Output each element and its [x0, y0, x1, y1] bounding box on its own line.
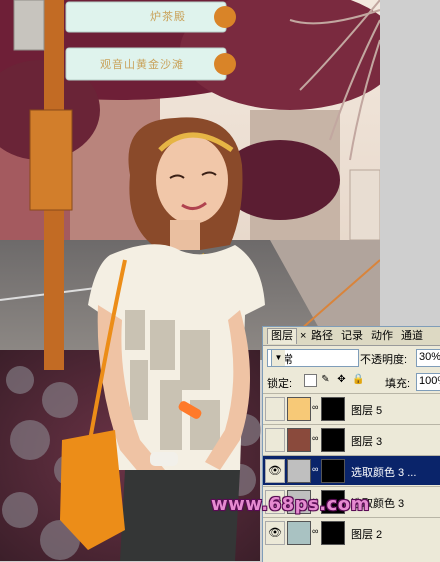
- layer-name[interactable]: 选取颜色 3 ...: [351, 464, 416, 480]
- tab-actions[interactable]: 动作: [368, 329, 396, 344]
- right-edge: [380, 0, 440, 326]
- opacity-value: 30%: [419, 351, 440, 363]
- tab-paths[interactable]: 路径: [308, 329, 336, 344]
- layer-row[interactable]: ∞ 图层 3: [263, 424, 440, 454]
- fill-field[interactable]: 100%: [416, 373, 440, 391]
- link-chain-icon[interactable]: ∞: [312, 464, 318, 474]
- layer-mask-thumbnail[interactable]: [321, 428, 345, 452]
- eye-icon[interactable]: 👁: [265, 459, 285, 483]
- eye-hidden-toggle[interactable]: [265, 397, 285, 421]
- opacity-field[interactable]: 30%: [416, 349, 440, 367]
- layer-name[interactable]: 图层 2: [351, 526, 382, 542]
- fill-value: 100%: [419, 375, 440, 387]
- panel-tabs: 图层 × 路径 记录 动作 通道: [263, 327, 440, 346]
- layer-thumbnail[interactable]: [287, 521, 311, 545]
- transparency-lock-icon[interactable]: [304, 374, 317, 387]
- neck: [170, 220, 200, 250]
- blend-mode-select[interactable]: 正常 ▼: [267, 349, 359, 367]
- layer-mask-thumbnail[interactable]: [321, 521, 345, 545]
- brush-lock-icon[interactable]: ✎: [320, 374, 331, 385]
- link-chain-icon[interactable]: ∞: [312, 402, 318, 412]
- jeans: [120, 470, 240, 561]
- layer-row[interactable]: 👁 ∞ 图层 2: [263, 517, 440, 547]
- link-chain-icon[interactable]: ∞: [312, 433, 318, 443]
- sign-bottom-text: 观音山黄金沙滩: [100, 58, 184, 71]
- eye-icon[interactable]: 👁: [265, 521, 285, 545]
- wristbands: [150, 452, 178, 466]
- dropdown-arrow-icon[interactable]: ▼: [271, 350, 285, 366]
- pole-bracket: [13, 0, 45, 51]
- tab-history[interactable]: 记录: [338, 329, 366, 344]
- sign-pole-box: [29, 109, 73, 211]
- lock-label: 锁定:: [267, 378, 293, 390]
- opacity-label: 不透明度:: [360, 354, 408, 366]
- layer-thumbnail[interactable]: [287, 397, 311, 421]
- layer-thumbnail[interactable]: [287, 428, 311, 452]
- watermark: www.68ps.com: [211, 494, 370, 515]
- tab-channels[interactable]: 通道: [398, 329, 426, 344]
- link-chain-icon[interactable]: ∞: [312, 526, 318, 536]
- tab-layers[interactable]: 图层: [267, 328, 297, 344]
- layer-row[interactable]: 👁 ∞ 选取颜色 3 ...: [263, 455, 440, 485]
- layer-thumbnail[interactable]: [287, 459, 311, 483]
- layer-name[interactable]: 图层 5: [351, 402, 382, 418]
- layer-mask-thumbnail[interactable]: [321, 397, 345, 421]
- face: [156, 136, 228, 224]
- layer-name[interactable]: 图层 3: [351, 433, 382, 449]
- kiosk: [349, 169, 381, 241]
- move-lock-icon[interactable]: ✥: [336, 374, 347, 385]
- layer-mask-thumbnail[interactable]: [321, 459, 345, 483]
- padlock-icon[interactable]: 🔒: [352, 374, 364, 385]
- layers-panel: 图层 × 路径 记录 动作 通道 正常 ▼ 不透明度: 30% 锁定: ✎ ✥ …: [262, 326, 440, 562]
- sign-top-text: 炉茶殿: [150, 10, 186, 23]
- layer-row[interactable]: ∞ 图层 5: [263, 393, 440, 423]
- fill-label: 填充:: [385, 378, 411, 390]
- eye-hidden-toggle[interactable]: [265, 428, 285, 452]
